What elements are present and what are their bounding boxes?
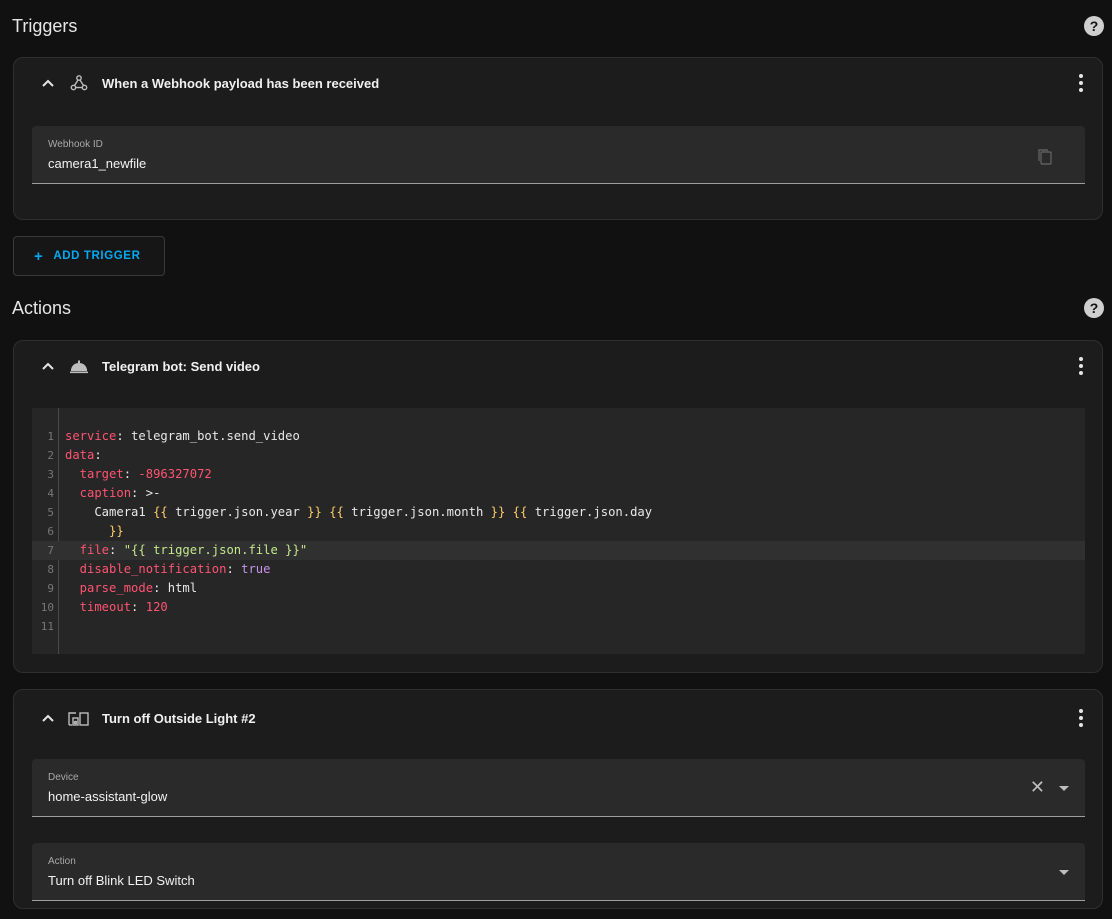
automation-editor: Triggers ? When a Webhook payload has be… bbox=[0, 0, 1112, 919]
code-line: 5 Camera1 {{ trigger.json.year }} {{ tri… bbox=[32, 503, 1085, 522]
webhook-trigger-header[interactable]: When a Webhook payload has been received bbox=[14, 58, 1102, 108]
code-text: file: "{{ trigger.json.file }}" bbox=[65, 543, 308, 557]
code-line: 2 data: bbox=[32, 446, 1085, 465]
actions-header: Actions ? bbox=[12, 290, 1106, 326]
light-action-header[interactable]: Turn off Outside Light #2 bbox=[14, 690, 1102, 746]
triggers-title: Triggers bbox=[12, 15, 78, 36]
line-number: 6 bbox=[47, 525, 54, 538]
webhook-id-value: camera1_newfile bbox=[48, 156, 147, 171]
device-select[interactable]: Device home-assistant-glow ✕ bbox=[32, 759, 1085, 817]
code-text: service: telegram_bot.send_video bbox=[65, 429, 300, 443]
more-vert-icon[interactable] bbox=[1078, 74, 1084, 92]
action-label: Action bbox=[48, 856, 76, 867]
code-text: data: bbox=[65, 448, 102, 462]
telegram-action-title: Telegram bot: Send video bbox=[102, 358, 260, 374]
action-select[interactable]: Action Turn off Blink LED Switch bbox=[32, 843, 1085, 901]
code-text: timeout: 120 bbox=[65, 600, 168, 614]
code-line: 6 }} bbox=[32, 522, 1085, 541]
action-value: Turn off Blink LED Switch bbox=[48, 873, 195, 888]
line-number: 1 bbox=[47, 430, 54, 443]
copy-icon[interactable] bbox=[1037, 148, 1053, 166]
help-circle-icon[interactable]: ? bbox=[1084, 16, 1104, 36]
code-line: 7 file: "{{ trigger.json.file }}" bbox=[32, 541, 1085, 560]
line-number: 5 bbox=[47, 506, 54, 519]
plus-icon: + bbox=[34, 247, 44, 265]
line-number: 4 bbox=[47, 487, 54, 500]
light-action-card: Turn off Outside Light #2 Device home-as… bbox=[13, 689, 1103, 909]
webhook-trigger-card: When a Webhook payload has been received… bbox=[13, 57, 1103, 220]
device-label: Device bbox=[48, 772, 79, 783]
code-text: Camera1 {{ trigger.json.year }} {{ trigg… bbox=[65, 505, 653, 519]
help-circle-icon[interactable]: ? bbox=[1084, 298, 1104, 318]
yaml-code-editor[interactable]: 1 service: telegram_bot.send_video 2 data: 3… bbox=[32, 408, 1085, 654]
line-number: 11 bbox=[40, 620, 54, 633]
code-line: 10 timeout: 120 bbox=[32, 598, 1085, 617]
code-line: 1 service: telegram_bot.send_video bbox=[32, 427, 1085, 446]
line-number: 3 bbox=[47, 468, 54, 481]
light-action-title: Turn off Outside Light #2 bbox=[102, 710, 256, 726]
line-number: 8 bbox=[47, 563, 54, 576]
device-value: home-assistant-glow bbox=[48, 789, 168, 804]
webhook-id-field[interactable]: Webhook ID camera1_newfile bbox=[32, 126, 1085, 184]
device-icon bbox=[68, 707, 90, 729]
actions-title: Actions bbox=[12, 297, 72, 318]
webhook-id-label: Webhook ID bbox=[48, 139, 103, 150]
webhook-icon bbox=[68, 72, 90, 94]
close-icon[interactable]: ✕ bbox=[1030, 778, 1045, 796]
triggers-header: Triggers ? bbox=[12, 8, 1106, 44]
line-number: 2 bbox=[47, 449, 54, 462]
chevron-up-icon[interactable] bbox=[40, 75, 56, 91]
code-line: 11 bbox=[32, 617, 1085, 636]
add-trigger-button[interactable]: + ADD TRIGGER bbox=[13, 236, 165, 276]
menu-down-icon[interactable] bbox=[1059, 786, 1069, 791]
code-text: disable_notification: true bbox=[65, 562, 271, 576]
code-line: 8 disable_notification: true bbox=[32, 560, 1085, 579]
webhook-trigger-title: When a Webhook payload has been received bbox=[102, 75, 380, 91]
add-trigger-label: ADD TRIGGER bbox=[53, 250, 141, 262]
more-vert-icon[interactable] bbox=[1078, 357, 1084, 375]
code-line: 9 parse_mode: html bbox=[32, 579, 1085, 598]
line-number: 9 bbox=[47, 582, 54, 595]
line-number: 7 bbox=[47, 544, 54, 557]
code-line: 3 target: -896327072 bbox=[32, 465, 1085, 484]
line-number: 10 bbox=[40, 601, 54, 614]
chevron-up-icon[interactable] bbox=[40, 710, 56, 726]
code-text: }} bbox=[65, 524, 124, 538]
code-text: target: -896327072 bbox=[65, 467, 212, 481]
menu-down-icon[interactable] bbox=[1059, 870, 1069, 875]
code-line: 4 caption: >- bbox=[32, 484, 1085, 503]
code-text: caption: >- bbox=[65, 486, 161, 500]
code-text: parse_mode: html bbox=[65, 581, 198, 595]
telegram-action-header[interactable]: Telegram bot: Send video bbox=[14, 341, 1102, 391]
more-vert-icon[interactable] bbox=[1078, 709, 1084, 727]
bell-icon bbox=[68, 355, 90, 377]
telegram-action-card: Telegram bot: Send video 1 service: teleg… bbox=[13, 340, 1103, 673]
chevron-up-icon[interactable] bbox=[40, 358, 56, 374]
